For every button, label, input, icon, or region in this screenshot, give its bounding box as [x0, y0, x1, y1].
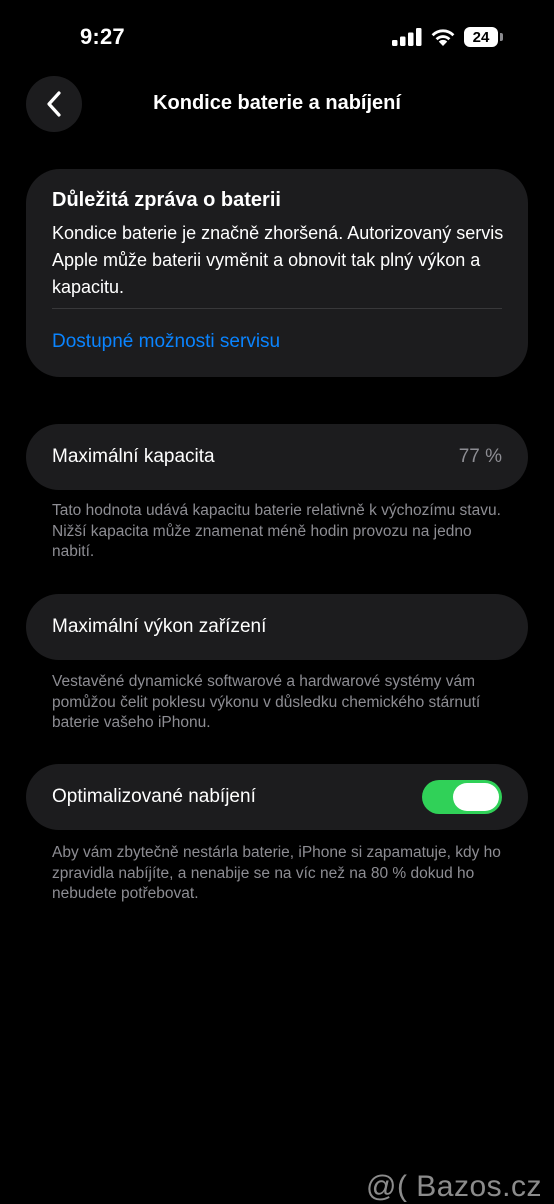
- optimized-charging-row: Optimalizované nabíjení: [26, 764, 528, 830]
- toggle-knob: [453, 783, 499, 811]
- max-capacity-row: Maximální kapacita 77 %: [26, 424, 528, 490]
- max-capacity-value: 77 %: [458, 446, 502, 467]
- alert-body: Kondice baterie je značně zhoršená. Auto…: [52, 223, 504, 297]
- alert-title: Důležitá zpráva o baterii: [52, 189, 281, 211]
- capacity-footnote: Tato hodnota udává kapacitu baterie rela…: [52, 502, 501, 560]
- charging-footnote: Aby vám zbytečně nestárla baterie, iPhon…: [52, 844, 501, 902]
- optimized-charging-label: Optimalizované nabíjení: [52, 786, 256, 807]
- service-options-link[interactable]: Dostupné možnosti servisu: [52, 331, 280, 353]
- optimized-charging-toggle[interactable]: [422, 780, 502, 814]
- peak-performance-row[interactable]: Maximální výkon zařízení: [26, 594, 528, 660]
- battery-icon: 24: [464, 27, 504, 47]
- page-title: Kondice baterie a nabíjení: [153, 92, 401, 114]
- performance-footnote: Vestavěné dynamické softwarové a hardwar…: [52, 673, 481, 731]
- bazos-watermark: @( Bazos.cz: [366, 1170, 542, 1203]
- status-time: 9:27: [80, 24, 125, 49]
- battery-tip: [500, 33, 503, 41]
- battery-level: 24: [464, 27, 498, 47]
- signal-icon: [392, 28, 422, 46]
- divider: [52, 308, 502, 309]
- max-capacity-label: Maximální kapacita: [52, 446, 215, 467]
- battery-alert-card: Důležitá zpráva o baterii Kondice bateri…: [26, 169, 528, 377]
- status-bar: 9:27 24: [0, 0, 554, 76]
- wifi-icon: [431, 29, 455, 46]
- peak-performance-label: Maximální výkon zařízení: [52, 616, 267, 637]
